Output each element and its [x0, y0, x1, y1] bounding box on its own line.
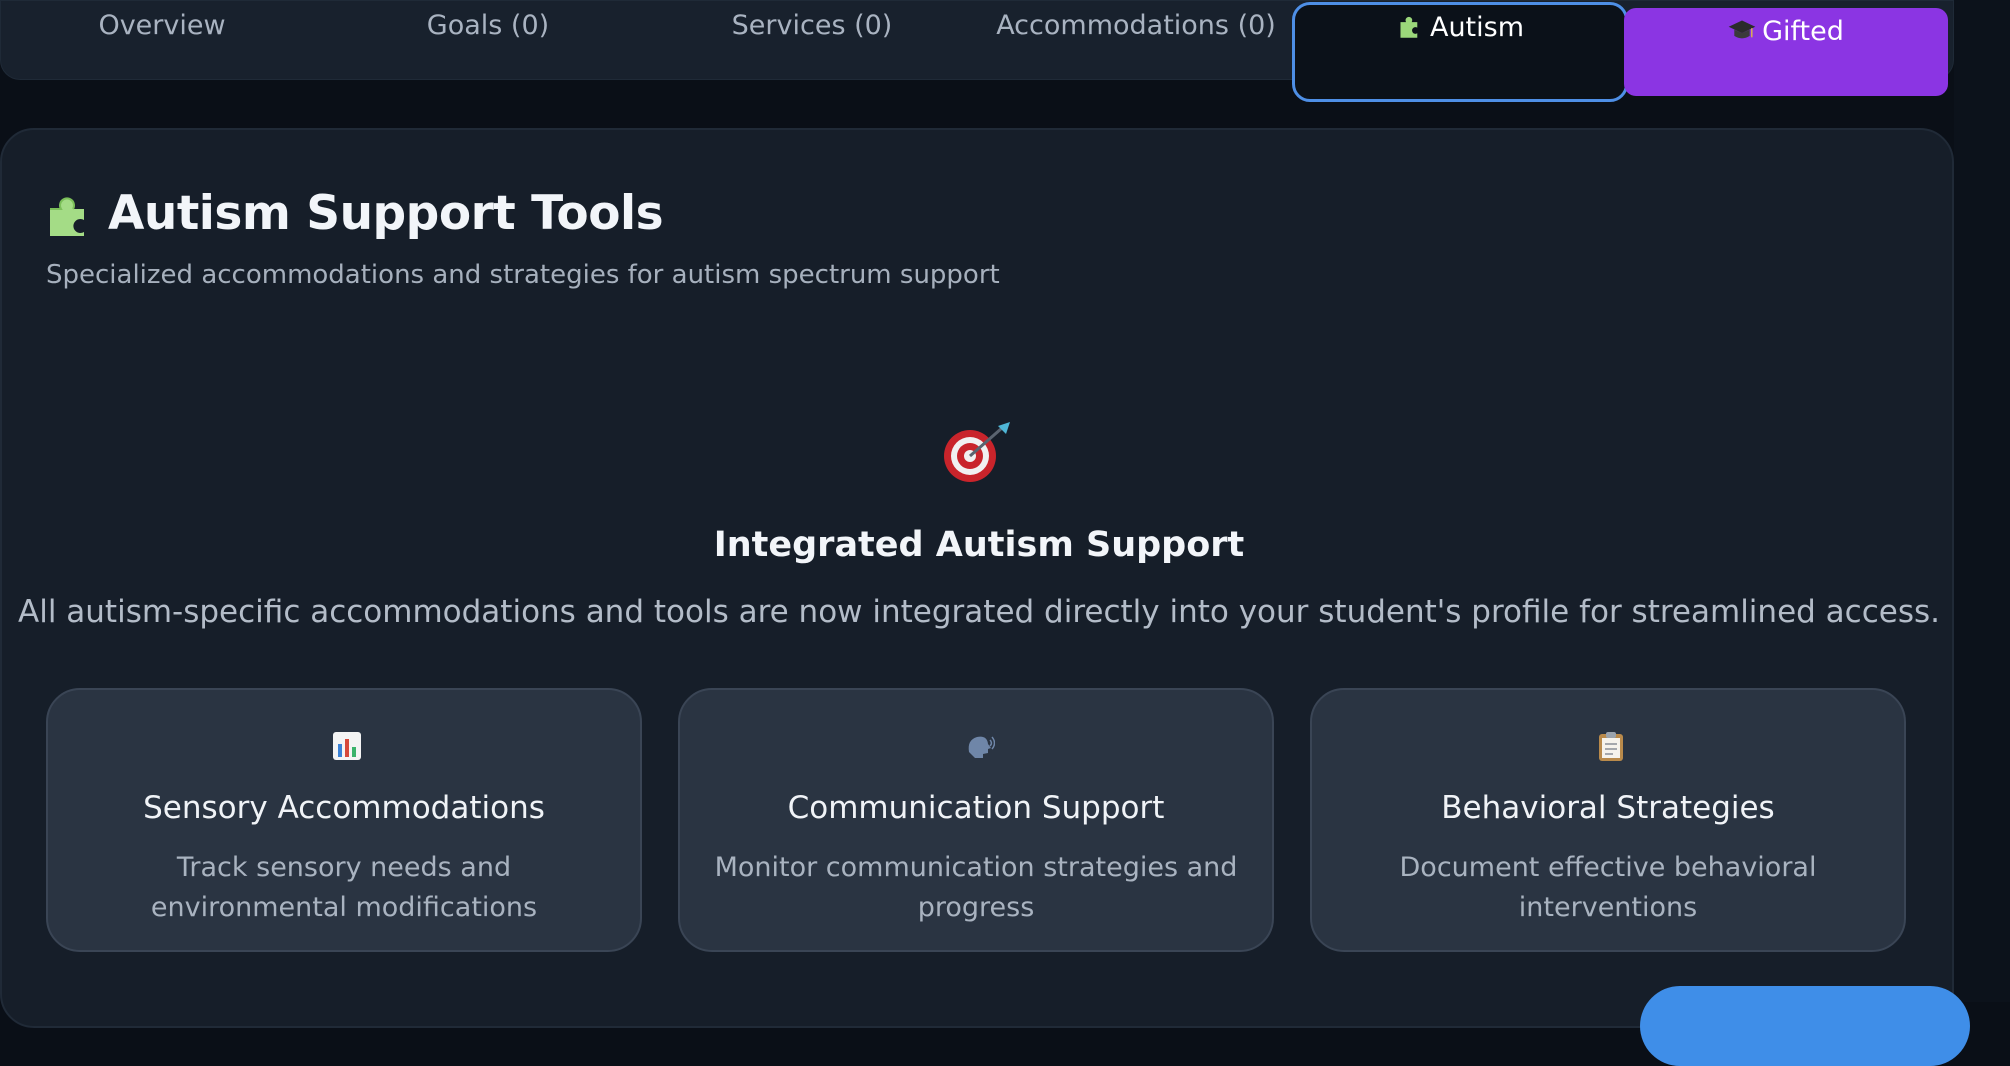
card-description: Track sensory needs and environmental mo…: [150, 852, 538, 923]
panel-header: Autism Support Tools: [44, 186, 664, 241]
tab-accommodations[interactable]: Accommodations (0): [974, 0, 1298, 104]
floating-action-button[interactable]: [1640, 986, 1970, 1066]
section-description: All autism-specific accommodations and t…: [18, 594, 1940, 630]
tab-overview[interactable]: Overview: [0, 0, 324, 104]
section-title: Integrated Autism Support: [713, 525, 1245, 565]
tab-goals[interactable]: Goals (0): [326, 0, 650, 104]
puzzle-piece-icon: [50, 196, 84, 236]
card-title: Behavioral Strategies: [1441, 790, 1775, 826]
tab-gifted[interactable]: Gifted: [1624, 8, 1948, 96]
page-title: Autism Support Tools: [108, 186, 664, 241]
tab-autism-label: Autism: [1429, 12, 1525, 43]
card-behavioral-strategies[interactable]: Behavioral Strategies Document effective…: [1310, 688, 1906, 952]
card-communication-support[interactable]: Communication Support Monitor communicat…: [678, 688, 1274, 952]
tab-goals-label: Goals (0): [426, 10, 550, 41]
target-icon: [944, 422, 1010, 482]
page-subtitle: Specialized accommodations and strategie…: [46, 260, 1000, 290]
tab-accommodations-label: Accommodations (0): [996, 10, 1276, 41]
speaking-head-icon: [968, 736, 995, 758]
card-sensory-accommodations[interactable]: Sensory Accommodations Track sensory nee…: [46, 688, 642, 952]
tab-gifted-label: Gifted: [1762, 16, 1844, 47]
tab-services-label: Services (0): [731, 10, 893, 41]
card-title: Sensory Accommodations: [143, 790, 545, 826]
tab-overview-label: Overview: [98, 10, 226, 41]
tab-services[interactable]: Services (0): [650, 0, 974, 104]
window-edge: [1954, 0, 2010, 1002]
graduation-cap-icon: [1728, 20, 1756, 39]
bar-chart-icon: [333, 732, 361, 760]
card-description: Monitor communication strategies and pro…: [714, 852, 1238, 923]
autism-panel: Autism Support Tools Specialized accommo…: [0, 128, 1954, 1028]
tab-autism[interactable]: Autism: [1292, 2, 1628, 102]
card-title: Communication Support: [787, 790, 1165, 826]
puzzle-piece-icon: [1400, 16, 1418, 38]
card-description: Document effective behavioral interventi…: [1399, 852, 1817, 923]
clipboard-icon: [1599, 732, 1623, 761]
